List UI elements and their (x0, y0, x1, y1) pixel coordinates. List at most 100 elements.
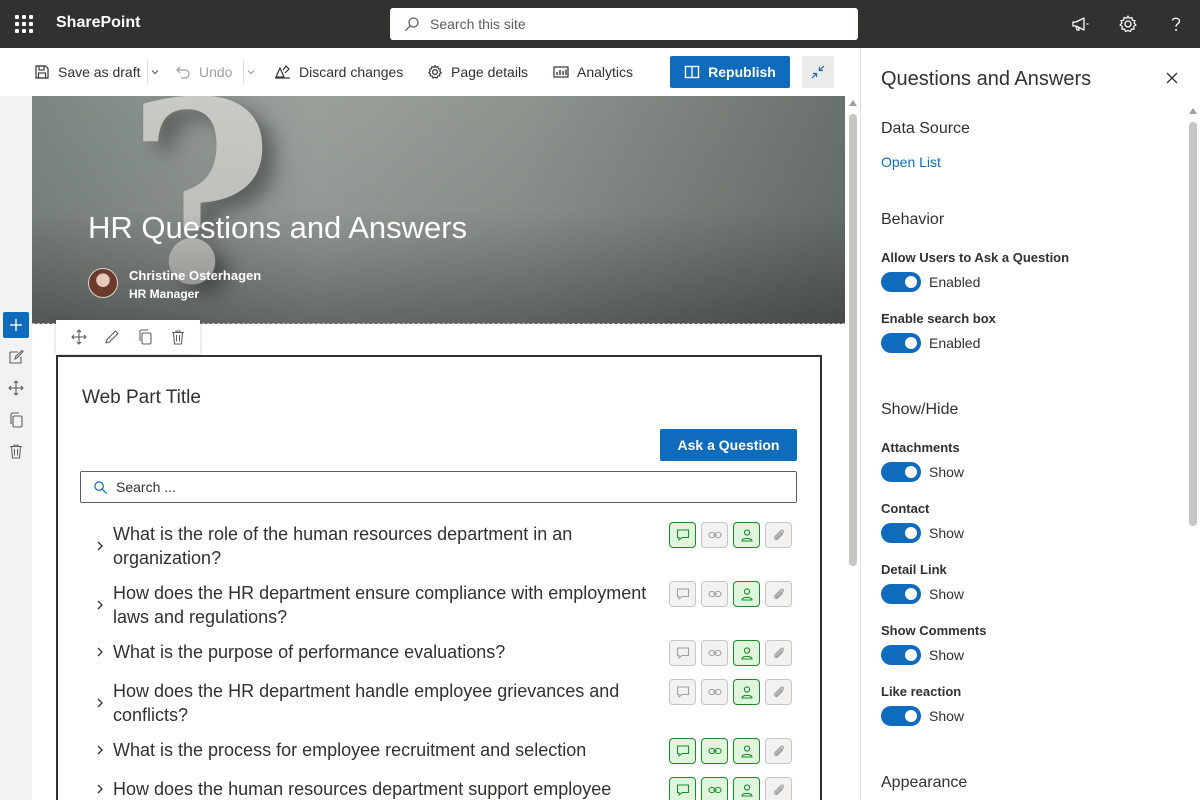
discard-changes-button[interactable]: Discard changes (274, 60, 403, 84)
webpart-title[interactable]: Web Part Title (82, 387, 201, 409)
question-text[interactable]: How does the HR department ensure compli… (113, 581, 658, 629)
brand-name[interactable]: SharePoint (56, 14, 140, 32)
contact-icon[interactable] (733, 777, 760, 800)
toggle-switch[interactable] (881, 706, 921, 726)
app-launcher-button[interactable] (0, 0, 48, 48)
chevron-right-icon[interactable] (94, 539, 106, 553)
comment-icon[interactable] (669, 640, 696, 666)
detail-link-toggle[interactable]: Show (881, 584, 964, 604)
save-options-dropdown[interactable] (147, 60, 161, 84)
attachment-icon[interactable] (765, 581, 792, 607)
question-action-icons (669, 777, 792, 800)
allow-ask-toggle[interactable]: Enabled (881, 272, 980, 292)
canvas-scrollbar[interactable] (846, 96, 860, 800)
questions-webpart[interactable]: Web Part Title Ask a Question Search ...… (56, 355, 822, 800)
analytics-button[interactable]: Analytics (553, 60, 633, 84)
ask-question-button[interactable]: Ask a Question (660, 429, 797, 461)
chevron-right-icon[interactable] (94, 696, 106, 710)
toggle-state: Enabled (929, 335, 981, 351)
undo-options-dropdown[interactable] (243, 60, 257, 84)
discard-changes-label: Discard changes (299, 64, 404, 80)
scroll-up-arrow-icon[interactable] (1189, 108, 1197, 114)
delete-webpart-button[interactable] (168, 327, 188, 347)
undo-button[interactable]: Undo (175, 60, 232, 84)
attachment-icon[interactable] (765, 777, 792, 800)
link-icon[interactable] (701, 679, 728, 705)
link-icon[interactable] (701, 738, 728, 764)
collapse-panel-button[interactable] (802, 56, 834, 88)
move-webpart-button[interactable] (69, 327, 89, 347)
link-icon[interactable] (701, 640, 728, 666)
edit-section-button[interactable] (7, 348, 25, 366)
attachments-toggle[interactable]: Show (881, 462, 964, 482)
site-search-input[interactable]: Search this site (390, 8, 858, 40)
save-as-draft-label: Save as draft (58, 64, 141, 80)
question-text[interactable]: What is the purpose of performance evalu… (113, 640, 658, 664)
move-icon (70, 329, 87, 345)
enable-search-toggle[interactable]: Enabled (881, 333, 980, 353)
question-text[interactable]: How does the HR department handle employ… (113, 679, 658, 727)
appearance-heading: Appearance (881, 774, 968, 791)
toggle-state: Show (929, 464, 965, 480)
help-button[interactable] (1164, 12, 1188, 36)
contact-icon[interactable] (733, 581, 760, 607)
toggle-switch[interactable] (881, 645, 921, 665)
toggle-switch[interactable] (881, 333, 921, 353)
hero-banner[interactable]: ? HR Questions and Answers Christine Ost… (32, 96, 845, 324)
page-title[interactable]: HR Questions and Answers (88, 210, 467, 246)
toggle-state: Enabled (929, 274, 981, 290)
chevron-right-icon[interactable] (94, 743, 106, 757)
comment-icon[interactable] (669, 581, 696, 607)
link-icon[interactable] (701, 522, 728, 548)
open-list-link[interactable]: Open List (881, 154, 941, 170)
attachment-icon[interactable] (765, 640, 792, 666)
chevron-right-icon[interactable] (94, 598, 106, 612)
comment-icon[interactable] (669, 738, 696, 764)
contact-toggle[interactable]: Show (881, 523, 964, 543)
show-hide-heading: Show/Hide (881, 401, 959, 418)
chevron-right-icon[interactable] (94, 645, 106, 659)
scrollbar-thumb[interactable] (1189, 122, 1197, 526)
scrollbar-thumb[interactable] (849, 114, 857, 566)
scroll-up-arrow-icon[interactable] (849, 100, 857, 106)
question-search-input[interactable]: Search ... (80, 471, 797, 503)
move-section-button[interactable] (7, 379, 25, 397)
duplicate-section-button[interactable] (7, 411, 25, 429)
attachment-icon[interactable] (765, 679, 792, 705)
comment-icon[interactable] (669, 777, 696, 800)
duplicate-webpart-button[interactable] (135, 327, 155, 347)
question-text[interactable]: What is the role of the human resources … (113, 522, 658, 570)
comment-icon[interactable] (669, 679, 696, 705)
webpart-toolbar (56, 320, 200, 354)
contact-icon[interactable] (733, 640, 760, 666)
pane-scrollbar[interactable] (1189, 108, 1197, 528)
link-icon[interactable] (701, 581, 728, 607)
contact-icon[interactable] (733, 522, 760, 548)
search-icon (405, 17, 419, 31)
question-text[interactable]: What is the process for employee recruit… (113, 738, 658, 762)
close-pane-button[interactable] (1164, 70, 1180, 86)
attachment-icon[interactable] (765, 522, 792, 548)
comment-icon[interactable] (669, 522, 696, 548)
toggle-switch[interactable] (881, 462, 921, 482)
add-section-button[interactable] (3, 312, 29, 338)
attachment-icon[interactable] (765, 738, 792, 764)
toggle-switch[interactable] (881, 584, 921, 604)
republish-button[interactable]: Republish (670, 56, 790, 88)
link-icon[interactable] (701, 777, 728, 800)
delete-section-button[interactable] (7, 442, 25, 460)
like-reaction-toggle[interactable]: Show (881, 706, 964, 726)
save-as-draft-button[interactable]: Save as draft (34, 60, 141, 84)
save-icon (35, 65, 49, 79)
announcement-button[interactable] (1068, 12, 1092, 36)
contact-icon[interactable] (733, 679, 760, 705)
chevron-right-icon[interactable] (94, 782, 106, 796)
settings-button[interactable] (1116, 12, 1140, 36)
question-text[interactable]: How does the human resources department … (113, 777, 658, 800)
toggle-switch[interactable] (881, 523, 921, 543)
show-comments-toggle[interactable]: Show (881, 645, 964, 665)
page-details-button[interactable]: Page details (427, 60, 528, 84)
toggle-switch[interactable] (881, 272, 921, 292)
edit-webpart-button[interactable] (102, 327, 122, 347)
contact-icon[interactable] (733, 738, 760, 764)
